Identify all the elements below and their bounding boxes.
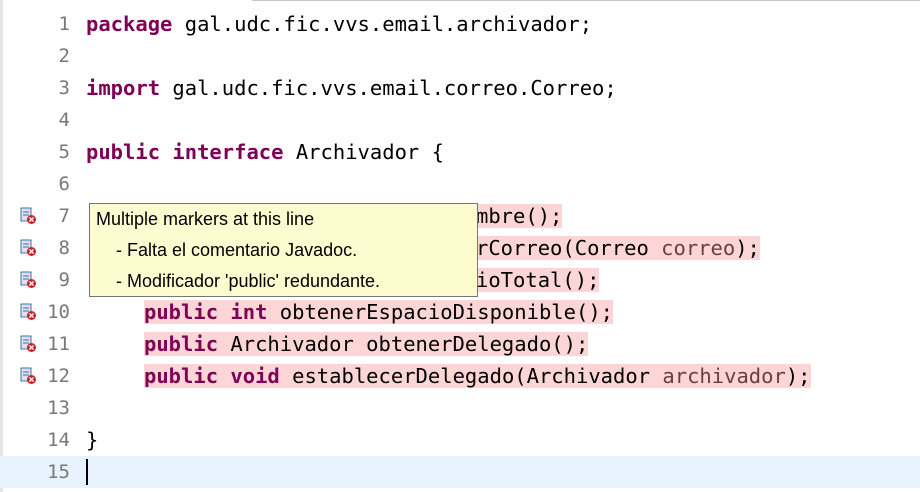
top-strip [0,0,920,7]
code-line[interactable]: 4 [0,104,920,136]
line-number: 14 [47,429,70,451]
line-number: 11 [47,333,70,355]
code-rest: rCorreo(Correo [476,236,662,260]
error-highlight: rCorreo(Correo correo); [476,236,760,260]
code-text: public Archivador obtenerDelegado(); [144,332,589,356]
line-number: 7 [58,205,70,227]
code-text: public int obtenerEspacioDisponible(); [144,300,614,324]
code-rest: gal.udc.fic.vvs.email.archivador; [172,12,593,36]
keyword: void [230,364,280,388]
line-number: 13 [47,397,70,419]
code-line[interactable]: 5 public interface Archivador { [0,136,920,168]
code-rest: Archivador { [283,140,444,164]
keyword: package [86,12,173,36]
error-highlight: ioTotal(); [476,268,600,292]
line-number: 5 [58,141,70,163]
code-text: rCorreo(Correo correo); [476,236,760,260]
code-text: ioTotal(); [476,268,600,292]
tooltip-item: - Falta el comentario Javadoc. [116,240,358,260]
code-rest: obtenerEspacioDisponible(); [267,300,614,324]
code-line[interactable]: 14 } [0,424,920,456]
line-number: 3 [58,77,70,99]
code-line[interactable]: 10 public int obtenerEspacioDisponible()… [0,296,920,328]
tooltip-title: Multiple markers at this line [96,209,315,229]
code-text: mbre(); [476,204,563,228]
line-number: 2 [58,45,70,67]
error-highlight: public int obtenerEspacioDisponible(); [144,300,614,324]
top-border [252,0,920,1]
keyword: public [86,140,161,164]
error-highlight: public Archivador obtenerDelegado(); [144,332,589,356]
code-text: package gal.udc.fic.vvs.email.archivador… [86,12,592,36]
code-rest: gal.udc.fic.vvs.email.correo.Correo; [160,76,617,100]
parameter-name: correo [661,236,736,260]
code-line[interactable]: 11 public Archivador obtenerDelegado(); [0,328,920,360]
line-number: 9 [58,269,70,291]
code-text: public interface Archivador { [86,140,444,164]
code-line[interactable]: 1 package gal.udc.fic.vvs.email.archivad… [0,8,920,40]
keyword: int [230,300,268,324]
code-rest: establecerDelegado(Archivador [279,364,663,388]
error-highlight: mbre(); [476,204,563,228]
line-number: 10 [47,301,70,323]
code-end: ); [735,236,760,260]
line-number: 15 [47,461,70,483]
line-number: 8 [58,237,70,259]
code-text [86,459,88,485]
line-number: 4 [58,109,70,131]
keyword: public [144,332,219,356]
line-number: 12 [47,365,70,387]
text-caret [86,459,88,485]
code-end: ); [785,364,811,388]
code-line[interactable]: 13 [0,392,920,424]
code-line[interactable]: 2 [0,40,920,72]
closing-brace: } [86,428,99,452]
keyword: import [86,76,161,100]
keyword: interface [172,140,284,164]
tooltip-item: - Modificador 'public' redundante. [116,271,381,291]
markers-tooltip: Multiple markers at this line - Falta el… [89,203,478,297]
error-highlight: public void establecerDelegado(Archivado… [144,364,811,388]
current-code-line[interactable]: 15 [0,456,920,488]
parameter-name: archivador [662,364,786,388]
code-rest: Archivador obtenerDelegado(); [218,332,589,356]
code-text: import gal.udc.fic.vvs.email.correo.Corr… [86,76,617,100]
code-line[interactable]: 3 import gal.udc.fic.vvs.email.correo.Co… [0,72,920,104]
code-text: } [86,428,98,452]
code-line[interactable]: 12 public void establecerDelegado(Archiv… [0,360,920,392]
code-text: public void establecerDelegado(Archivado… [144,364,811,388]
keyword: public [144,300,219,324]
line-number: 6 [58,173,70,195]
code-line[interactable]: 6 [0,168,920,200]
line-number: 1 [58,13,70,35]
keyword: public [144,364,219,388]
